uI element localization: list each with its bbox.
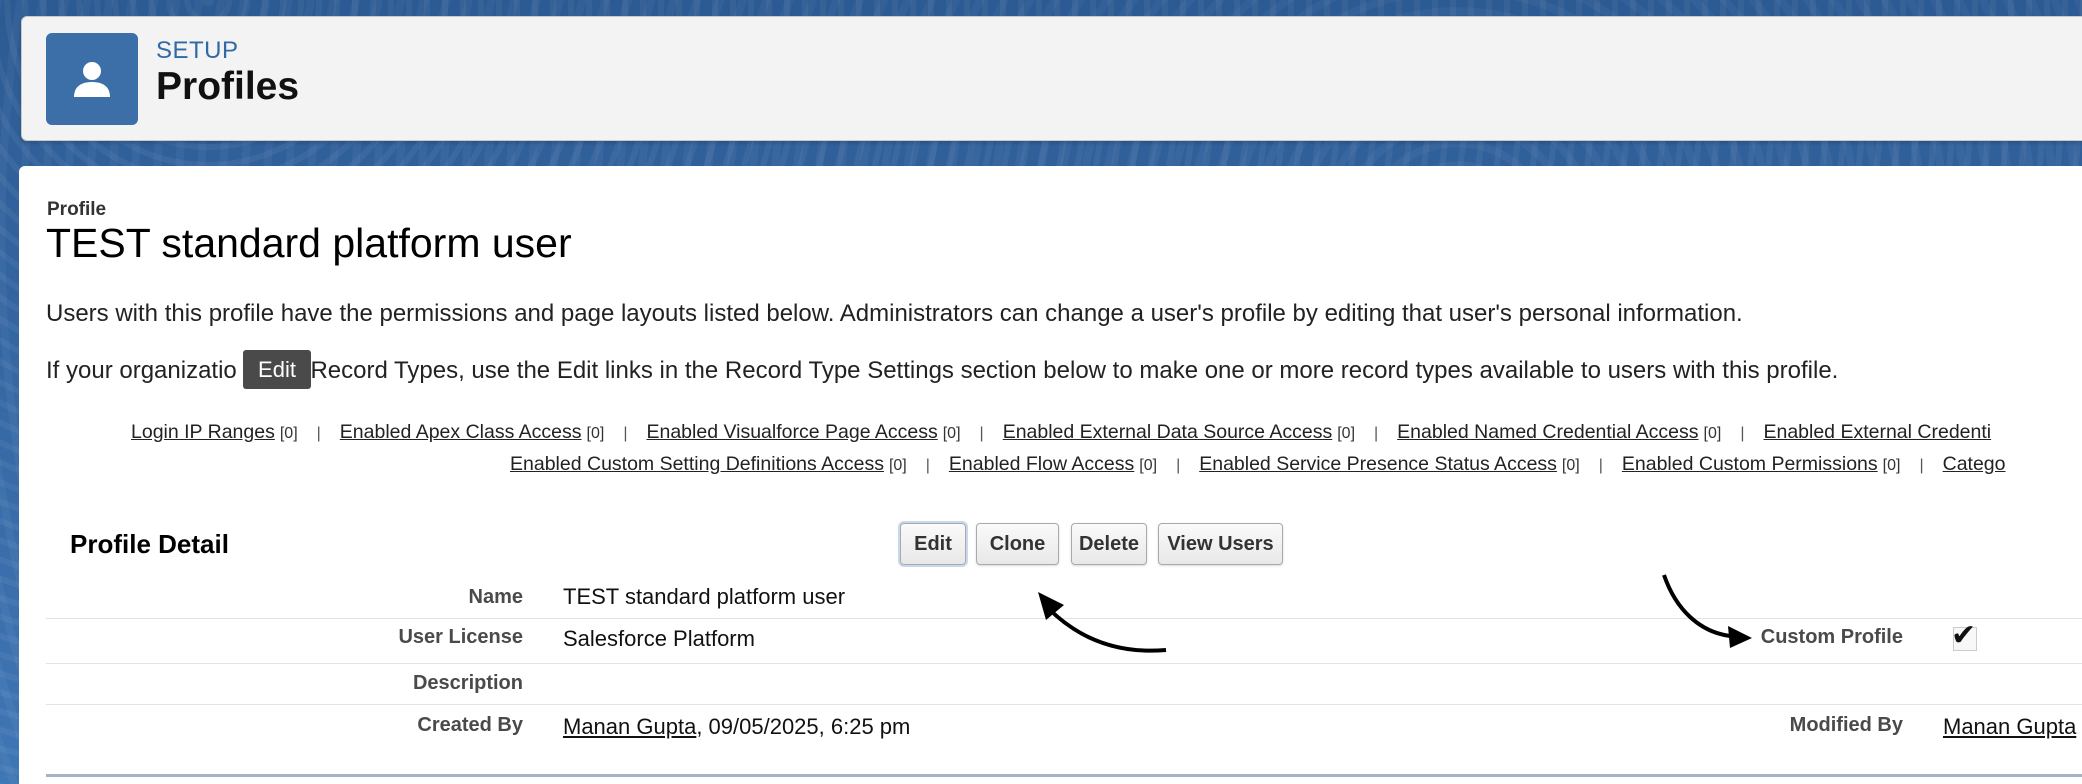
link-count: [0] xyxy=(1561,457,1580,474)
related-links-row-2: Enabled Custom Setting Definitions Acces… xyxy=(510,453,2006,476)
external-credential-access-link[interactable]: Enabled External Credenti xyxy=(1763,421,1991,443)
link-separator: | xyxy=(316,425,321,442)
section-bottom-border xyxy=(46,774,2082,777)
profile-description-paragraph: Users with this profile have the permiss… xyxy=(46,300,1743,327)
user-license-label: User License xyxy=(398,626,523,648)
record-types-paragraph-rest: s Record Types, use the Edit links in th… xyxy=(291,357,1839,384)
edit-tooltip: Edit xyxy=(243,350,311,389)
link-separator: | xyxy=(1176,457,1181,474)
description-label: Description xyxy=(412,672,523,694)
category-link[interactable]: Catego xyxy=(1943,453,2006,475)
related-links-row-1: Login IP Ranges [0] | Enabled Apex Class Ac… xyxy=(131,421,1991,444)
link-count: [0] xyxy=(942,425,961,442)
setup-header: SETUP Profiles xyxy=(21,16,2082,141)
profile-name-heading: TEST standard platform user xyxy=(46,220,572,266)
modified-by-label: Modified By xyxy=(1789,714,1903,736)
clone-button[interactable]: Clone xyxy=(976,523,1059,565)
link-separator: | xyxy=(1598,457,1603,474)
link-separator: | xyxy=(925,457,930,474)
edit-button[interactable]: Edit xyxy=(900,523,966,565)
name-field-value: TEST standard platform user xyxy=(563,584,846,609)
modified-by-value: Manan Gupta xyxy=(1943,714,2076,740)
login-ip-ranges-link[interactable]: Login IP Ranges xyxy=(131,421,275,443)
link-count: [0] xyxy=(586,425,605,442)
service-presence-status-access-link[interactable]: Enabled Service Presence Status Access xyxy=(1199,453,1557,475)
link-count: [0] xyxy=(1337,425,1356,442)
created-by-label: Created By xyxy=(417,714,523,736)
modified-by-user-link[interactable]: Manan Gupta xyxy=(1943,714,2076,739)
link-separator: | xyxy=(1740,425,1745,442)
delete-button[interactable]: Delete xyxy=(1071,523,1147,565)
link-separator: | xyxy=(1919,457,1924,474)
custom-setting-definitions-access-link[interactable]: Enabled Custom Setting Definitions Acces… xyxy=(510,453,884,475)
user-icon xyxy=(74,62,110,97)
created-by-date: , 09/05/2025, 6:25 pm xyxy=(696,714,911,739)
named-credential-access-link[interactable]: Enabled Named Credential Access xyxy=(1397,421,1698,443)
page-title: Profiles xyxy=(156,65,300,108)
link-separator: | xyxy=(1374,425,1379,442)
checkmark-icon: ✔ xyxy=(1951,619,1977,652)
link-count: [0] xyxy=(279,425,298,442)
link-count: [0] xyxy=(888,457,907,474)
link-count: [0] xyxy=(1139,457,1158,474)
row-divider xyxy=(46,663,2082,664)
created-by-user-link[interactable]: Manan Gupta xyxy=(563,714,696,739)
custom-profile-label: Custom Profile xyxy=(1760,626,1903,648)
flow-access-link[interactable]: Enabled Flow Access xyxy=(949,453,1134,475)
user-license-value: Salesforce Platform xyxy=(563,626,755,651)
visualforce-page-access-link[interactable]: Enabled Visualforce Page Access xyxy=(646,421,937,443)
external-data-source-access-link[interactable]: Enabled External Data Source Access xyxy=(1003,421,1333,443)
link-separator: | xyxy=(979,425,984,442)
row-divider xyxy=(46,704,2082,705)
name-field-label: Name xyxy=(468,586,523,608)
link-count: [0] xyxy=(1882,457,1901,474)
profile-detail-heading: Profile Detail xyxy=(70,529,229,559)
setup-label: SETUP xyxy=(156,37,239,64)
record-types-paragraph: If your organizatio s Record Types, use t… xyxy=(46,357,1838,385)
link-count: [0] xyxy=(1703,425,1722,442)
apex-class-access-link[interactable]: Enabled Apex Class Access xyxy=(340,421,582,443)
record-types-paragraph-start: If your organizatio xyxy=(46,357,237,384)
row-divider xyxy=(46,618,2082,619)
created-by-value: Manan Gupta, 09/05/2025, 6:25 pm xyxy=(563,714,910,740)
header-icon-tile xyxy=(46,33,138,125)
link-separator: | xyxy=(623,425,628,442)
custom-permissions-link[interactable]: Enabled Custom Permissions xyxy=(1622,453,1878,475)
profile-type-label: Profile xyxy=(47,199,107,220)
view-users-button[interactable]: View Users xyxy=(1158,523,1283,565)
